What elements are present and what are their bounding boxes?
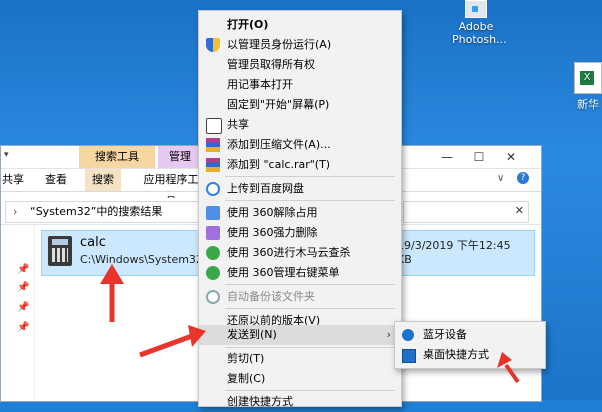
- menu-item-take-ownership[interactable]: 管理员取得所有权: [199, 55, 401, 75]
- desktop-icon-label: Adobe: [458, 20, 494, 33]
- menu-item-360-manage[interactable]: 使用 360管理右键菜单: [199, 263, 401, 283]
- security-360-icon: [206, 266, 220, 280]
- menu-item-pin-start[interactable]: 固定到"开始"屏幕(P): [199, 95, 401, 115]
- pin-icon[interactable]: 📌: [17, 282, 29, 293]
- context-menu: 打开(O) 以管理员身份运行(A) 管理员取得所有权 用记事本打开 固定到"开始…: [198, 10, 402, 408]
- menu-item-360-scan[interactable]: 使用 360进行木马云查杀: [199, 243, 401, 263]
- share-icon: [206, 118, 222, 134]
- pin-icon[interactable]: 📌: [17, 322, 29, 333]
- menu-separator: [225, 176, 395, 177]
- menu-item-send-to[interactable]: 发送到(N) ›: [199, 325, 401, 345]
- menu-item-open-notepad[interactable]: 用记事本打开: [199, 75, 401, 95]
- desktop-icon: [402, 349, 416, 363]
- tab-search-tools[interactable]: 搜索工具: [79, 146, 155, 168]
- shred-360-icon: [206, 226, 220, 240]
- menu-item-open[interactable]: 打开(O): [199, 15, 401, 35]
- navigation-pane: 📌 📌 📌 📌: [1, 224, 35, 401]
- send-to-submenu: 蓝牙设备 桌面快捷方式: [394, 321, 546, 369]
- cloud-icon: [206, 290, 220, 304]
- excel-icon: [574, 62, 602, 94]
- security-360-icon: [206, 246, 220, 260]
- file-date: 19/3/2019 下午12:45: [397, 239, 511, 252]
- tab-manage[interactable]: 管理: [158, 146, 202, 168]
- submenu-item-desktop-shortcut[interactable]: 桌面快捷方式: [395, 345, 545, 365]
- menu-item-add-calc-rar[interactable]: 添加到 "calc.rar"(T): [199, 155, 401, 175]
- menu-separator: [225, 308, 395, 309]
- menu-item-cut[interactable]: 剪切(T): [199, 349, 401, 369]
- file-name: calc: [80, 235, 106, 250]
- pin-icon[interactable]: 📌: [17, 302, 29, 313]
- close-button[interactable]: ✕: [495, 146, 527, 168]
- tab-view[interactable]: 查看: [41, 169, 71, 191]
- menu-item-auto-backup[interactable]: 自动备份该文件夹: [199, 287, 401, 307]
- menu-separator: [225, 347, 395, 348]
- tab-search[interactable]: 搜索: [85, 169, 121, 191]
- file-path: C:\Windows\System32: [80, 253, 203, 266]
- menu-item-360-delete[interactable]: 使用 360强力删除: [199, 223, 401, 243]
- help-icon[interactable]: ?: [517, 172, 529, 184]
- tab-share[interactable]: 共享: [1, 169, 25, 191]
- menu-item-copy[interactable]: 复制(C): [199, 369, 401, 389]
- chevron-right-icon: ›: [386, 328, 391, 341]
- submenu-item-bluetooth[interactable]: 蓝牙设备: [395, 325, 545, 345]
- maximize-button[interactable]: ☐: [463, 146, 495, 168]
- winrar-icon: [206, 138, 220, 152]
- chevron-down-icon[interactable]: ▾: [4, 150, 9, 160]
- menu-separator: [225, 284, 395, 285]
- cloud-icon: [206, 182, 220, 196]
- chevron-right-icon: ›: [13, 205, 18, 218]
- desktop-icon-label: 新华: [577, 98, 599, 111]
- chevron-down-icon[interactable]: ∨: [497, 173, 504, 184]
- minimize-button[interactable]: —: [431, 146, 463, 168]
- menu-separator: [225, 390, 395, 391]
- bluetooth-icon: [402, 329, 414, 341]
- unlock-360-icon: [206, 206, 220, 220]
- desktop-icon-label: Photosh...: [452, 33, 507, 46]
- menu-separator: [225, 200, 395, 201]
- winrar-icon: [206, 158, 220, 172]
- desktop-icon-excel[interactable]: 新华: [570, 62, 602, 111]
- search-input[interactable]: ✕: [403, 201, 529, 223]
- tab-app-tools[interactable]: 应用程序工具: [139, 169, 203, 208]
- menu-item-add-archive[interactable]: 添加到压缩文件(A)...: [199, 135, 401, 155]
- menu-item-share[interactable]: 共享: [199, 115, 401, 135]
- desktop-icon-photoshop[interactable]: Adobe Photosh...: [452, 0, 507, 46]
- menu-item-upload-baidu[interactable]: 上传到百度网盘: [199, 179, 401, 199]
- calculator-icon: [48, 236, 72, 266]
- menu-item-create-shortcut[interactable]: 创建快捷方式: [199, 392, 401, 412]
- close-icon[interactable]: ✕: [515, 204, 524, 217]
- photoshop-icon: [465, 0, 487, 18]
- menu-item-run-as-admin[interactable]: 以管理员身份运行(A): [199, 35, 401, 55]
- address-text: “System32”中的搜索结果: [30, 205, 163, 218]
- shield-icon: [206, 38, 220, 52]
- pin-icon[interactable]: 📌: [17, 264, 29, 275]
- menu-item-360-unlock[interactable]: 使用 360解除占用: [199, 203, 401, 223]
